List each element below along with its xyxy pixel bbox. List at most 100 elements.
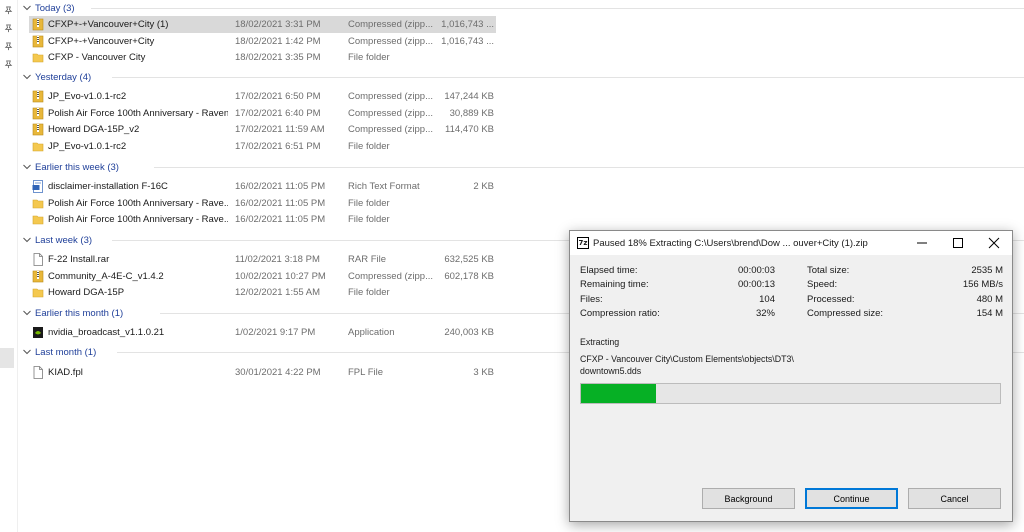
minimize-button[interactable] — [904, 231, 940, 255]
file-row[interactable]: F-22 Install.rar 11/02/2021 3:18 PM RAR Fi… — [29, 251, 496, 268]
file-type: Rich Text Format — [348, 181, 420, 192]
chevron-down-icon — [23, 74, 31, 80]
stat-value: 32% — [755, 307, 775, 319]
file-name: F-22 Install.rar — [48, 254, 110, 265]
minimize-icon — [917, 242, 927, 244]
file-date: 17/02/2021 6:51 PM — [235, 140, 321, 152]
file-name: JP_Evo-v1.0.1-rc2 — [48, 140, 127, 152]
zip-folder-icon — [32, 107, 44, 120]
file-name: Polish Air Force 100th Anniversary - Rav… — [48, 197, 228, 209]
group-header[interactable]: Last week (3) — [22, 232, 92, 248]
pin-icon[interactable] — [4, 24, 13, 33]
file-type: File folder — [348, 287, 390, 299]
stat-value: 2535 M — [971, 265, 1003, 276]
divider — [17, 0, 18, 532]
progress-bar — [580, 383, 1001, 404]
stat-label: Remaining time: — [580, 279, 649, 291]
file-row[interactable]: Polish Air Force 100th Anniversary - Rav… — [29, 195, 496, 212]
file-row[interactable]: Community_A-4E-C_v1.4.2 10/02/2021 10:27 … — [29, 268, 496, 285]
file-date: 1/02/2021 9:17 PM — [235, 327, 316, 338]
file-size: 30,889 KB — [449, 107, 494, 119]
file-row[interactable]: KIAD.fpl 30/01/2021 4:22 PM FPL File 3 KB — [29, 364, 496, 381]
group-header-label: Last month (1) — [35, 346, 97, 358]
extracting-label: Extracting — [580, 337, 620, 347]
file-date: 18/02/2021 3:31 PM — [235, 19, 321, 30]
pin-icon[interactable] — [4, 42, 13, 51]
stat-value: 00:00:13 — [738, 279, 775, 291]
file-row[interactable]: Polish Air Force 100th Anniversary - Rav… — [29, 105, 496, 122]
progress-fill — [581, 384, 657, 403]
folder-icon — [32, 197, 44, 210]
file-date: 17/02/2021 6:50 PM — [235, 91, 321, 102]
file-type: Compressed (zipp... — [348, 35, 434, 47]
file-date: 18/02/2021 1:42 PM — [235, 35, 321, 47]
file-row[interactable]: CFXP+-+Vancouver+City (1) 18/02/2021 3:31… — [29, 16, 496, 33]
group-header[interactable]: Earlier this month (1) — [22, 305, 123, 321]
file-row[interactable]: Polish Air Force 100th Anniversary - Rav… — [29, 211, 496, 228]
file-row[interactable]: Howard DGA-15P_v2 17/02/2021 11:59 AM Comp… — [29, 121, 496, 138]
dialog-titlebar[interactable]: 7z Paused 18% Extracting C:\Users\brend\… — [570, 231, 1012, 255]
file-name: JP_Evo-v1.0.1-rc2 — [48, 91, 127, 102]
group-header[interactable]: Yesterday (4) — [22, 69, 91, 85]
file-row[interactable]: JP_Evo-v1.0.1-rc2 17/02/2021 6:50 PM Compr… — [29, 88, 496, 105]
file-row[interactable]: CFXP - Vancouver City 18/02/2021 3:35 PM F… — [29, 49, 496, 66]
pin-icon[interactable] — [4, 6, 13, 15]
dialog-title: Paused 18% Extracting C:\Users\brend\Dow… — [593, 238, 868, 249]
stat-label: Total size: — [807, 265, 850, 276]
stat-label: Compression ratio: — [580, 307, 660, 319]
file-name: KIAD.fpl — [48, 367, 83, 378]
stat-label: Files: — [580, 293, 603, 305]
cancel-button[interactable]: Cancel — [908, 488, 1001, 509]
file-row[interactable]: disclaimer-installation F-16C 16/02/2021 … — [29, 178, 496, 195]
file-date: 16/02/2021 11:05 PM — [235, 181, 326, 192]
stat-row: Elapsed time: 00:00:03 — [580, 265, 775, 279]
group-header[interactable]: Earlier this week (3) — [22, 159, 119, 175]
file-size: 3 KB — [473, 367, 494, 378]
stat-label: Compressed size: — [807, 307, 884, 319]
folder-icon — [32, 51, 44, 64]
stat-row: Processed: 480 M — [807, 294, 1003, 308]
nvidia-app-icon — [32, 326, 44, 339]
file-size: 1,016,743 ... — [441, 19, 494, 30]
file-row[interactable]: CFXP+-+Vancouver+City 18/02/2021 1:42 PM C… — [29, 33, 496, 50]
continue-button[interactable]: Continue — [805, 488, 898, 509]
file-row[interactable]: Howard DGA-15P 12/02/2021 1:55 AM File fol… — [29, 284, 496, 301]
chevron-down-icon — [23, 310, 31, 316]
group-header-label: Today (3) — [35, 2, 75, 14]
file-size: 114,470 KB — [445, 124, 494, 136]
group-divider — [90, 8, 1024, 9]
file-date: 11/02/2021 3:18 PM — [235, 254, 320, 265]
file-type: Compressed (zipp... — [348, 19, 434, 30]
background-button[interactable]: Background — [702, 488, 795, 509]
stat-value: 154 M — [976, 307, 1003, 319]
file-row[interactable]: nvidia_broadcast_v1.1.0.21 1/02/2021 9:17… — [29, 324, 496, 341]
7zip-app-icon: 7z — [577, 237, 589, 249]
group-header-label: Last week (3) — [35, 234, 93, 246]
file-date: 17/02/2021 6:40 PM — [235, 107, 321, 119]
chevron-down-icon — [23, 5, 31, 11]
file-name: Howard DGA-15P_v2 — [48, 124, 140, 136]
nav-selected-item[interactable] — [0, 348, 14, 368]
group-header[interactable]: Last month (1) — [22, 344, 96, 360]
zip-folder-icon — [32, 18, 44, 31]
file-name: nvidia_broadcast_v1.1.0.21 — [48, 327, 165, 338]
file-icon — [32, 253, 44, 266]
group-divider — [154, 167, 1024, 168]
extract-progress-dialog: 7z Paused 18% Extracting C:\Users\brend\… — [569, 230, 1013, 522]
file-type: Compressed (zipp... — [348, 124, 434, 136]
folder-icon — [32, 286, 44, 299]
file-type: Compressed (zipp... — [348, 270, 434, 282]
folder-icon — [32, 213, 44, 226]
file-date: 30/01/2021 4:22 PM — [235, 367, 321, 378]
group-divider — [111, 77, 1024, 78]
close-button[interactable] — [976, 231, 1012, 255]
group-header-label: Earlier this month (1) — [35, 307, 124, 319]
file-name: CFXP+-+Vancouver+City — [48, 35, 155, 47]
pin-icon[interactable] — [4, 60, 13, 69]
file-type: RAR File — [348, 254, 387, 265]
maximize-button[interactable] — [940, 231, 976, 255]
group-header[interactable]: Today (3) — [22, 0, 75, 16]
group-header-label: Earlier this week (3) — [35, 161, 119, 173]
file-row[interactable]: JP_Evo-v1.0.1-rc2 17/02/2021 6:51 PM File … — [29, 138, 496, 155]
file-type: Compressed (zipp... — [348, 91, 434, 102]
